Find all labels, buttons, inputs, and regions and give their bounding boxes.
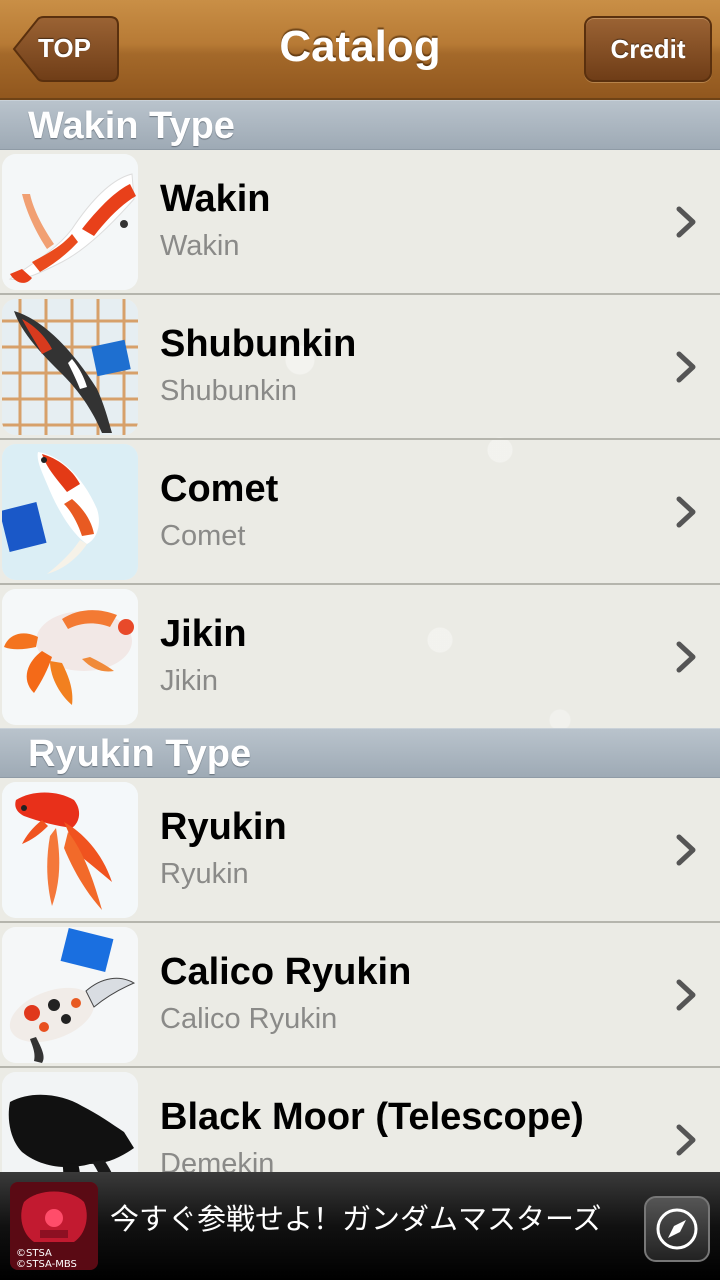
chevron-right-icon bbox=[676, 834, 696, 866]
item-subtitle: Jikin bbox=[160, 665, 219, 697]
goldfish-thumbnail bbox=[2, 444, 138, 580]
section-header-wakin: Wakin Type bbox=[0, 100, 720, 150]
item-subtitle: Comet bbox=[160, 520, 246, 552]
chevron-right-icon bbox=[676, 1124, 696, 1156]
item-title: Calico Ryukin bbox=[160, 951, 412, 993]
item-subtitle: Demekin bbox=[160, 1148, 275, 1172]
chevron-right-icon bbox=[676, 641, 696, 673]
svg-text:©STSA-MBS: ©STSA-MBS bbox=[16, 1259, 77, 1270]
item-title: Wakin bbox=[160, 178, 271, 220]
ad-banner[interactable]: ©STSA ©STSA-MBS 今すぐ参戦せよ！ガンダムマスターズ bbox=[0, 1172, 720, 1280]
goldfish-thumbnail bbox=[2, 299, 138, 435]
compass-icon[interactable] bbox=[644, 1196, 710, 1262]
catalog-list[interactable]: Wakin Type Wakin Wakin Shubunkin Shubunk… bbox=[0, 100, 720, 1172]
item-subtitle: Wakin bbox=[160, 230, 240, 262]
list-item[interactable]: Ryukin Ryukin bbox=[0, 778, 720, 923]
item-subtitle: Calico Ryukin bbox=[160, 1003, 338, 1035]
navigation-bar: TOP Catalog Credit bbox=[0, 0, 720, 100]
list-item[interactable]: Black Moor (Telescope) Demekin bbox=[0, 1068, 720, 1172]
item-title: Jikin bbox=[160, 613, 247, 655]
goldfish-thumbnail bbox=[2, 782, 138, 918]
goldfish-thumbnail bbox=[2, 1072, 138, 1172]
item-title: Shubunkin bbox=[160, 323, 357, 365]
list-item[interactable]: Wakin Wakin bbox=[0, 150, 720, 295]
chevron-right-icon bbox=[676, 351, 696, 383]
item-title: Black Moor (Telescope) bbox=[160, 1096, 584, 1138]
ad-text: 今すぐ参戦せよ！ガンダムマスターズ bbox=[110, 1202, 602, 1236]
ad-image-caption: ©STSA bbox=[16, 1248, 52, 1259]
list-item[interactable]: Calico Ryukin Calico Ryukin bbox=[0, 923, 720, 1068]
item-title: Comet bbox=[160, 468, 279, 510]
chevron-right-icon bbox=[676, 979, 696, 1011]
section-header-ryukin: Ryukin Type bbox=[0, 728, 720, 778]
ad-image: ©STSA ©STSA-MBS bbox=[10, 1182, 98, 1270]
item-subtitle: Ryukin bbox=[160, 858, 249, 890]
goldfish-thumbnail bbox=[2, 927, 138, 1063]
credit-button[interactable]: Credit bbox=[584, 16, 712, 82]
chevron-right-icon bbox=[676, 496, 696, 528]
list-item[interactable]: Jikin Jikin bbox=[0, 585, 720, 730]
goldfish-thumbnail bbox=[2, 589, 138, 725]
item-title: Ryukin bbox=[160, 806, 287, 848]
item-subtitle: Shubunkin bbox=[160, 375, 298, 407]
goldfish-thumbnail bbox=[2, 154, 138, 290]
chevron-right-icon bbox=[676, 206, 696, 238]
list-item[interactable]: Comet Comet bbox=[0, 440, 720, 585]
list-item[interactable]: Shubunkin Shubunkin bbox=[0, 295, 720, 440]
